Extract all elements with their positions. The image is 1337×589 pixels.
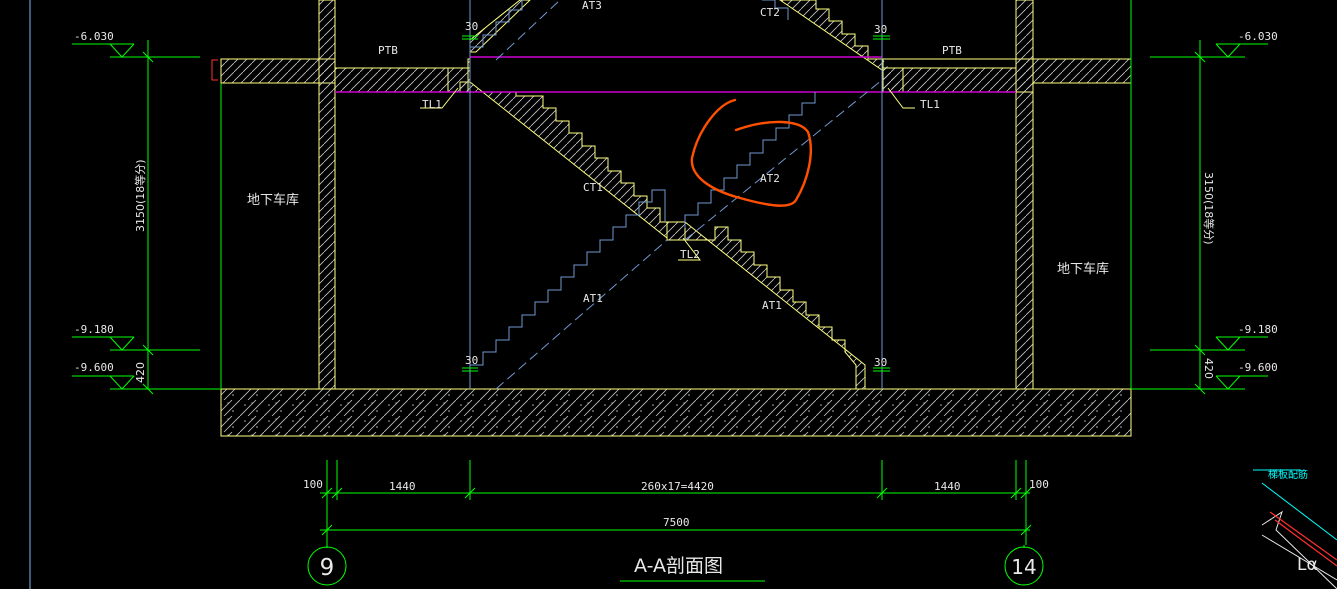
structure (220, 0, 1132, 437)
vdim-left-base: 420 (134, 362, 147, 383)
flight-ct2 (779, 0, 883, 71)
floor-slab-left (220, 58, 471, 93)
wall-right (1015, 0, 1034, 390)
flight-at1-left (470, 189, 666, 366)
vdim-right-main: 3150(18等分) (1202, 172, 1216, 245)
label-ptb-left: PTB (378, 44, 398, 57)
label-tl1-right: TL1 (920, 98, 940, 111)
label-tl1-left: TL1 (422, 98, 442, 111)
elev-right-1: -6.030 (1238, 30, 1278, 43)
gap-bottom-left: 30 (465, 354, 478, 367)
elev-left-3: -9.600 (74, 361, 114, 374)
hdim-off-left: 100 (303, 478, 323, 491)
corner-detail: 梯板配筋 Lα (1253, 468, 1337, 589)
flight-at2 (684, 92, 816, 228)
label-ct2: CT2 (760, 6, 780, 19)
gap-top-left: 30 (465, 20, 478, 33)
elev-left-1: -6.030 (74, 30, 114, 43)
cad-drawing-canvas[interactable]: -6.030 -9.180 -9.600 -6.030 -9.180 -9.60… (0, 0, 1337, 589)
elev-right-2: -9.180 (1238, 323, 1278, 336)
elev-left-2: -9.180 (74, 323, 114, 336)
gap-top-right: 30 (874, 23, 887, 36)
vdim-right-base: 420 (1202, 358, 1215, 379)
label-at1-right: AT1 (762, 299, 782, 312)
label-ct1: CT1 (583, 181, 603, 194)
label-at1-left: AT1 (583, 292, 603, 305)
label-tl2: TL2 (680, 248, 700, 261)
section-mark (211, 59, 218, 81)
vdim-left-main: 3150(18等分) (133, 159, 147, 232)
axis-label-9: 9 (320, 555, 335, 581)
dimension-lines (72, 0, 1268, 582)
flight-at3 (469, 0, 531, 53)
gap-bottom-right: 30 (874, 356, 887, 369)
base-slab (220, 388, 1132, 437)
room-right: 地下车库 (1057, 261, 1109, 277)
floor-slab-right (882, 58, 1132, 93)
label-at3: AT3 (582, 0, 602, 12)
corner-note: 梯板配筋 (1268, 468, 1308, 481)
beam-tl1-right (881, 67, 904, 93)
axis-label-14: 14 (1011, 555, 1036, 579)
wall-left (318, 0, 336, 390)
hdim-seg1: 1440 (389, 480, 416, 493)
elev-right-3: -9.600 (1238, 361, 1278, 374)
beam-tl1-left (447, 67, 471, 93)
hdim-seg3: 1440 (934, 480, 961, 493)
hdim-off-right: 100 (1029, 478, 1049, 491)
stair-lines (469, 0, 883, 390)
corner-mark: Lα (1297, 555, 1318, 575)
text-layer: -6.030 -9.180 -9.600 -6.030 -9.180 -9.60… (74, 0, 1278, 581)
label-at2: AT2 (760, 172, 780, 185)
hdim-total: 7500 (663, 516, 690, 529)
label-ptb-right: PTB (942, 44, 962, 57)
hdim-seg2: 260x17=4420 (641, 480, 714, 493)
beam-tl2 (666, 221, 686, 241)
drawing-title: A-A剖面图 (634, 555, 723, 577)
room-left: 地下车库 (247, 192, 299, 208)
